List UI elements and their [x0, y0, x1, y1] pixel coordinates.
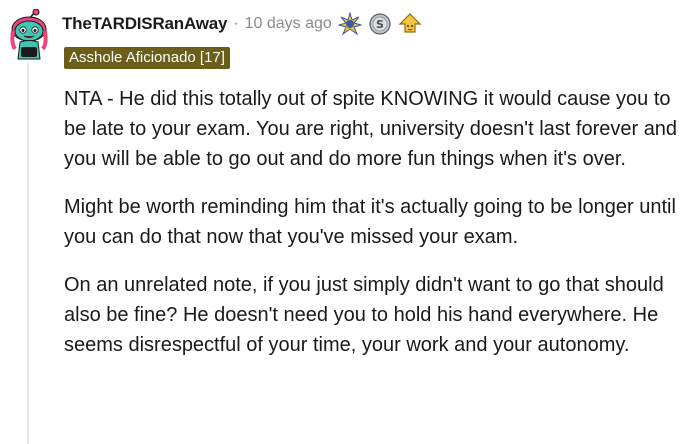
- comment-paragraph-1: NTA - He did this totally out of spite K…: [64, 88, 678, 170]
- snoo-avatar-icon: [10, 8, 48, 60]
- username-link[interactable]: TheTARDISRanAway: [62, 14, 227, 34]
- svg-text:S: S: [376, 18, 384, 31]
- sparkle-award-icon[interactable]: [336, 11, 363, 36]
- comment-header: TheTARDISRanAway · 10 days ago S: [62, 11, 422, 37]
- silver-award-icon[interactable]: S: [368, 12, 392, 36]
- thread-line[interactable]: [27, 62, 29, 444]
- user-avatar[interactable]: [9, 8, 49, 61]
- meta-separator: ·: [233, 15, 239, 32]
- user-flair-badge: Asshole Aficionado [17]: [64, 47, 230, 69]
- comment-timestamp[interactable]: 10 days ago: [245, 15, 332, 33]
- comment-paragraph-3: On an unrelated note, if you just simply…: [64, 274, 664, 356]
- awards-row[interactable]: S: [336, 11, 422, 36]
- helpful-award-icon[interactable]: [398, 12, 422, 36]
- comment-paragraph-2: Might be worth reminding him that it's a…: [64, 196, 676, 248]
- comment-body: NTA - He did this totally out of spite K…: [64, 84, 694, 378]
